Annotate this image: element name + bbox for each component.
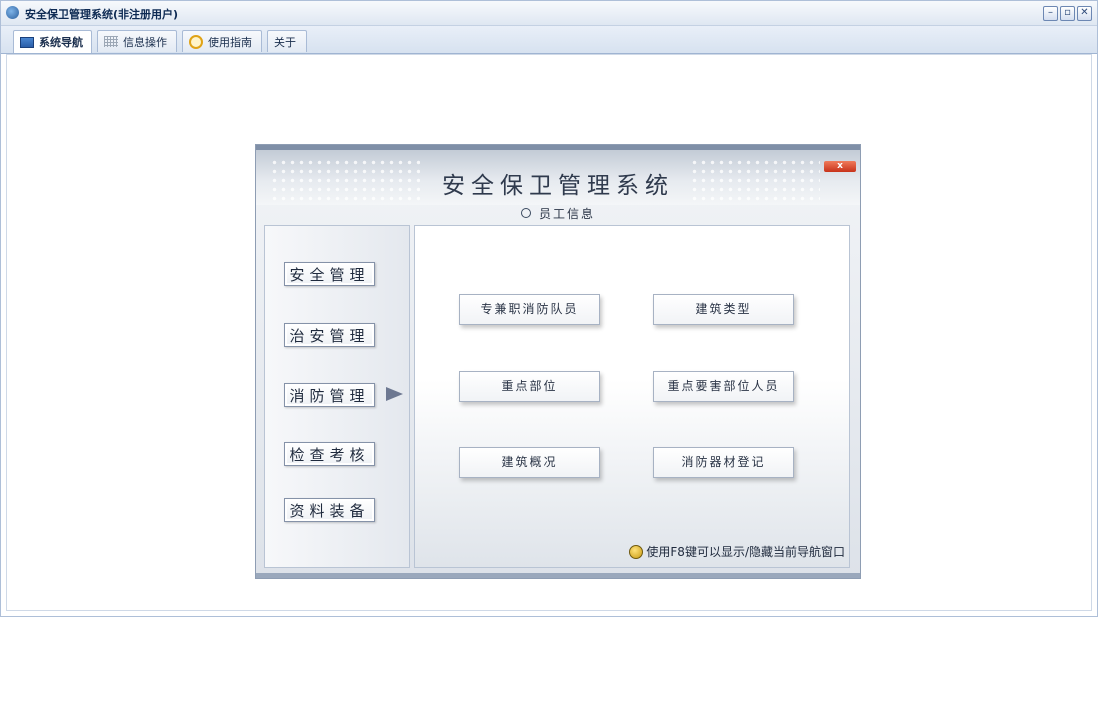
section-header: 员工信息 bbox=[256, 205, 860, 225]
item-button[interactable]: 建筑类型 bbox=[653, 294, 794, 325]
minimize-button[interactable]: – bbox=[1043, 6, 1058, 21]
dialog-header: 安全保卫管理系统 x bbox=[256, 145, 860, 205]
help-icon bbox=[189, 34, 203, 49]
tab-label: 关于 bbox=[274, 35, 296, 49]
monitor-icon bbox=[20, 36, 34, 48]
hint-text: 使用F8键可以显示/隐藏当前导航窗口 bbox=[646, 545, 845, 559]
hint-icon bbox=[629, 544, 644, 559]
tab-label: 使用指南 bbox=[208, 35, 252, 49]
item-button[interactable]: 重点部位 bbox=[459, 371, 600, 402]
category-button-equipment[interactable]: 资料装备 bbox=[284, 498, 375, 522]
category-button-inspection[interactable]: 检查考核 bbox=[284, 442, 375, 466]
item-panel: 专兼职消防队员 建筑类型 重点部位 重点要害部位人员 建筑概况 消防器材登记 使… bbox=[414, 225, 850, 568]
tab-info-ops[interactable]: 信息操作 bbox=[97, 30, 177, 52]
category-panel: 安全管理 治安管理 消防管理 检查考核 资料装备 bbox=[264, 225, 410, 568]
circle-icon bbox=[520, 208, 531, 218]
close-window-button[interactable]: ✕ bbox=[1077, 6, 1092, 21]
item-button[interactable]: 专兼职消防队员 bbox=[459, 294, 600, 325]
window-controls: – ▫ ✕ bbox=[1043, 6, 1092, 21]
tab-bar: 系统导航 信息操作 使用指南 关于 bbox=[1, 26, 1097, 54]
window-title: 安全保卫管理系统(非注册用户) bbox=[25, 8, 179, 21]
dialog-title: 安全保卫管理系统 bbox=[442, 173, 674, 199]
restore-button[interactable]: ▫ bbox=[1060, 6, 1075, 21]
item-button[interactable]: 消防器材登记 bbox=[653, 447, 794, 478]
tab-user-guide[interactable]: 使用指南 bbox=[182, 30, 262, 52]
selected-arrow-icon bbox=[386, 387, 403, 401]
section-title: 员工信息 bbox=[538, 207, 595, 221]
tab-system-nav[interactable]: 系统导航 bbox=[13, 30, 92, 53]
app-logo-icon bbox=[6, 6, 19, 19]
item-button[interactable]: 建筑概况 bbox=[459, 447, 600, 478]
tab-about[interactable]: 关于 bbox=[267, 30, 307, 52]
hint-text-row: 使用F8键可以显示/隐藏当前导航窗口 bbox=[629, 543, 845, 560]
category-button-fire[interactable]: 消防管理 bbox=[284, 383, 375, 407]
item-button[interactable]: 重点要害部位人员 bbox=[653, 371, 794, 402]
dialog-close-button[interactable]: x bbox=[824, 161, 856, 172]
grid-icon bbox=[104, 36, 118, 47]
title-bar: 安全保卫管理系统(非注册用户) – ▫ ✕ bbox=[1, 1, 1097, 26]
category-button-safety[interactable]: 安全管理 bbox=[284, 262, 375, 286]
tab-label: 系统导航 bbox=[39, 36, 83, 49]
tab-label: 信息操作 bbox=[123, 35, 167, 49]
nav-dialog: 安全保卫管理系统 x 员工信息 安全管理 治安管理 消防管理 检查考核 资料装备… bbox=[255, 144, 861, 579]
category-button-security[interactable]: 治安管理 bbox=[284, 323, 375, 347]
dialog-footer-bar bbox=[256, 573, 860, 578]
